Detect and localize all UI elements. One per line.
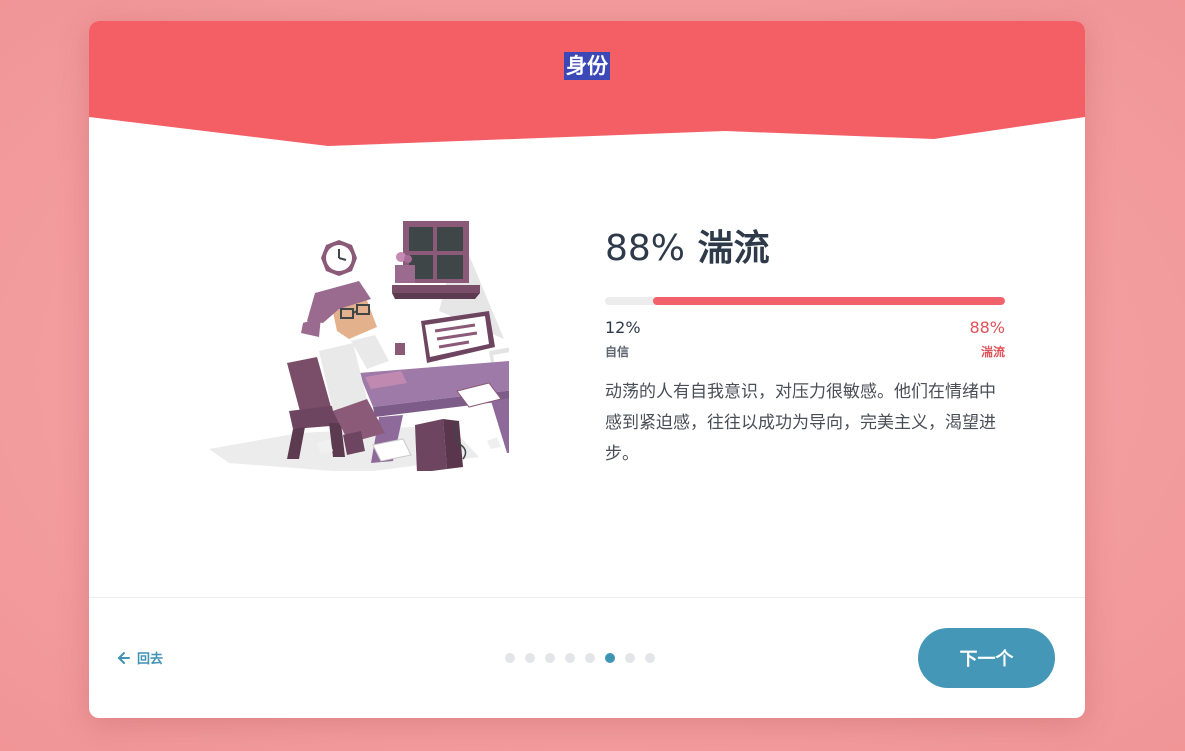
back-label: 回去 (137, 652, 164, 667)
stressed-worker-illustration (189, 211, 539, 473)
step-dot (625, 653, 635, 663)
trait-right-percent: 88% (969, 318, 1005, 337)
step-dot (645, 653, 655, 663)
arrow-left-icon (118, 651, 130, 664)
step-dot (585, 653, 595, 663)
card-header: 身份 (89, 21, 1085, 151)
trait-bar-labels: 12% 自信 88% 湍流 (605, 317, 1005, 363)
result-type-name: 湍流 (697, 228, 770, 269)
trait-left-name: 自信 (605, 345, 630, 359)
step-dot-active (605, 653, 615, 663)
step-dot (525, 653, 535, 663)
result-heading: 88% 湍流 (605, 227, 1005, 271)
step-dot (565, 653, 575, 663)
result-percent: 88% (605, 228, 686, 269)
footer-divider (89, 597, 1085, 598)
trait-progress-fill (653, 297, 1005, 305)
result-description: 动荡的人有自我意识，对压力很敏感。他们在情绪中感到紧迫感，往往以成功为导向，完美… (605, 382, 996, 464)
header-wave-shape (89, 21, 1085, 146)
next-button[interactable]: 下一个 (918, 628, 1055, 688)
step-pagination-dots (505, 653, 665, 663)
result-card: 身份 88% 湍流 12% 自信 88% 湍流 动荡的人有自我意识，对压力很敏感… (89, 21, 1085, 718)
trait-progress-bar (605, 297, 1005, 305)
trait-left: 12% 自信 (605, 317, 641, 362)
step-dot (545, 653, 555, 663)
trait-right: 88% 湍流 (969, 317, 1005, 362)
trait-left-percent: 12% (605, 318, 641, 337)
step-dot (505, 653, 515, 663)
page-title: 身份 (564, 52, 610, 80)
back-button[interactable]: 回去 (117, 648, 163, 667)
result-panel: 88% 湍流 12% 自信 88% 湍流 动荡的人有自我意识，对压力很敏感。他们… (605, 227, 1005, 470)
trait-right-name: 湍流 (980, 345, 1005, 359)
header-title-wrap: 身份 (89, 52, 1085, 80)
